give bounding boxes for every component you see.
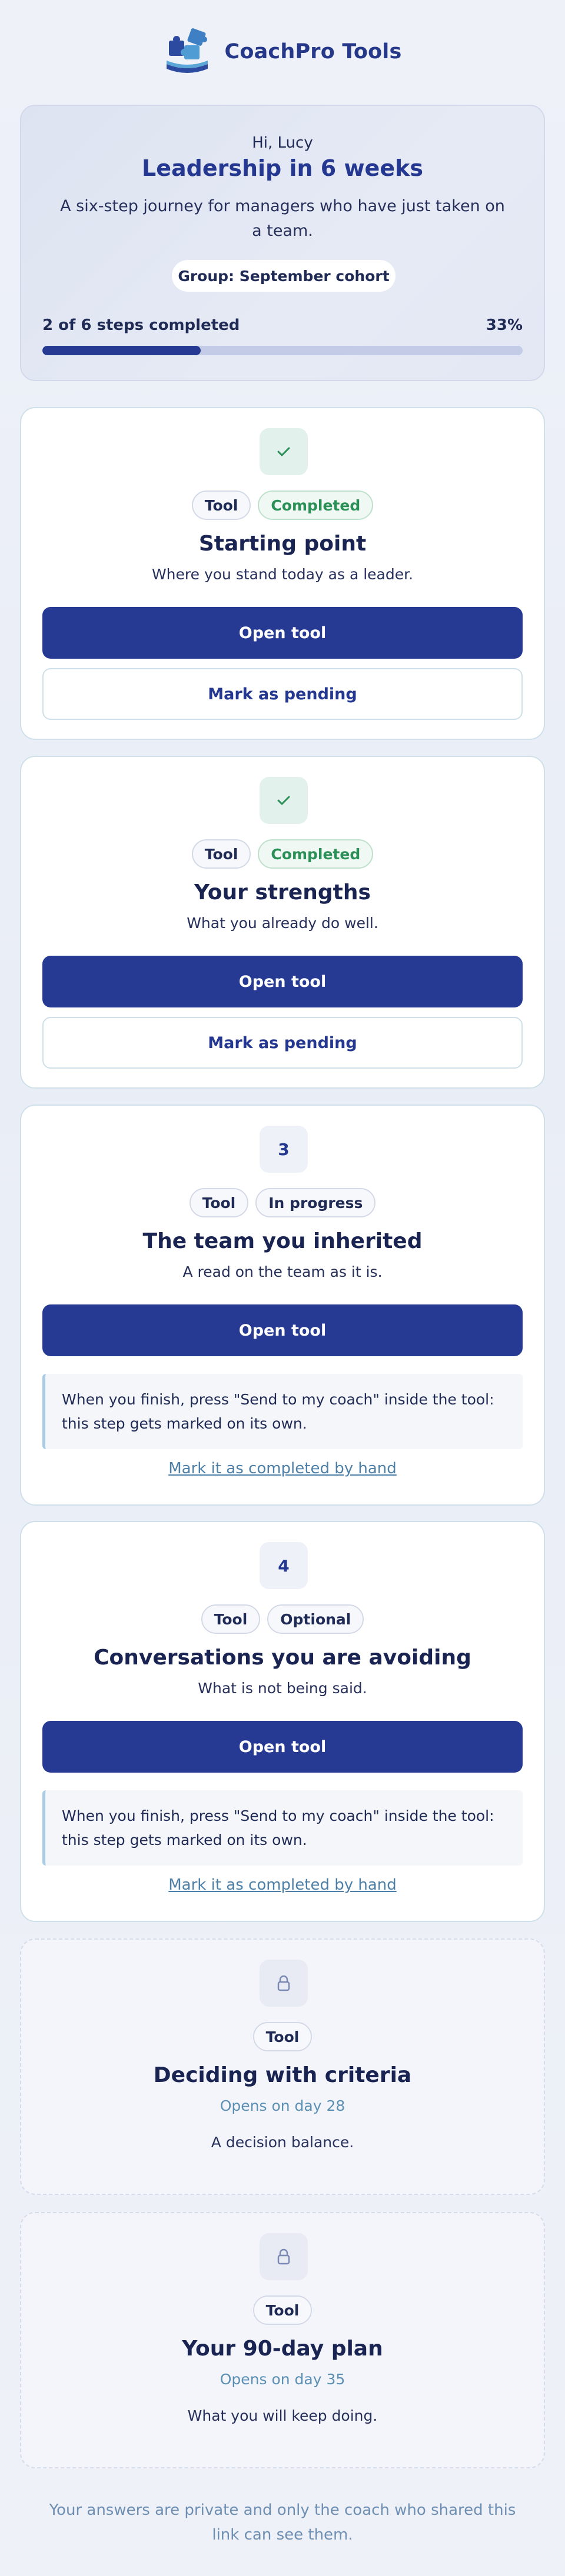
open-tool-button[interactable]: Open tool	[42, 1721, 523, 1773]
tag-tool: Tool	[191, 839, 251, 869]
mark-pending-button[interactable]: Mark as pending	[42, 668, 523, 720]
step-title: Deciding with criteria	[153, 2063, 412, 2087]
step-title: Your 90-day plan	[182, 2337, 383, 2361]
puzzle-logo-icon	[163, 28, 211, 76]
step-number-badge: 3	[260, 1126, 308, 1173]
step-title: Starting point	[198, 532, 367, 556]
tag-tool: Tool	[201, 1604, 261, 1634]
open-tool-button[interactable]: Open tool	[42, 956, 523, 1007]
step-tags: Tool Completed	[21, 490, 544, 520]
step-tags: Tool Optional	[21, 1604, 544, 1634]
opens-on-label: Opens on day 35	[220, 2371, 345, 2388]
auto-complete-note: When you finish, press "Send to my coach…	[42, 1790, 523, 1866]
brand-header: CoachPro Tools	[0, 0, 565, 103]
auto-complete-note: When you finish, press "Send to my coach…	[42, 1374, 523, 1449]
check-icon	[277, 447, 290, 456]
tag-completed: Completed	[258, 839, 374, 869]
lock-icon	[277, 1975, 290, 1991]
step-tags: Tool	[21, 2295, 544, 2325]
step-lock-badge	[260, 1960, 308, 2007]
open-tool-button[interactable]: Open tool	[42, 607, 523, 659]
mark-pending-button[interactable]: Mark as pending	[42, 1017, 523, 1069]
progress-percent: 33%	[486, 316, 523, 334]
tag-tool: Tool	[252, 2295, 313, 2325]
step-card-your-strengths: Tool Completed Your strengths What you a…	[20, 756, 545, 1089]
tag-tool: Tool	[189, 1188, 249, 1217]
step-subtitle: Where you stand today as a leader.	[151, 566, 414, 583]
tag-in-progress: In progress	[255, 1188, 376, 1217]
check-icon	[277, 796, 290, 805]
step-title: Conversations you are avoiding	[94, 1646, 471, 1670]
step-tags: Tool	[21, 2022, 544, 2051]
step-tags: Tool In progress	[21, 1188, 544, 1217]
step-number-badge: 4	[260, 1542, 308, 1589]
step-tags: Tool Completed	[21, 839, 544, 869]
opens-on-label: Opens on day 28	[220, 2097, 345, 2114]
step-description: A decision balance.	[211, 2134, 354, 2151]
journey-description: A six-step journey for managers who have…	[60, 197, 505, 240]
step-status-badge	[260, 777, 308, 824]
step-card-deciding-criteria: Tool Deciding with criteria Opens on day…	[20, 1938, 545, 2195]
step-card-starting-point: Tool Completed Starting point Where you …	[20, 407, 545, 740]
tag-completed: Completed	[258, 490, 374, 520]
group-badge: Group: September cohort	[172, 260, 396, 292]
lock-icon	[277, 2248, 290, 2265]
progress-bar-fill	[42, 346, 201, 355]
step-description: What you will keep doing.	[187, 2407, 378, 2424]
step-subtitle: What you already do well.	[187, 915, 378, 932]
step-title: The team you inherited	[142, 1229, 423, 1253]
step-card-team-inherited: 3 Tool In progress The team you inherite…	[20, 1105, 545, 1506]
greeting: Hi, Lucy	[252, 134, 313, 152]
step-lock-badge	[260, 2233, 308, 2280]
step-card-90-day-plan: Tool Your 90-day plan Opens on day 35 Wh…	[20, 2212, 545, 2468]
tag-optional: Optional	[267, 1604, 364, 1634]
progress-label: 2 of 6 steps completed	[42, 316, 240, 334]
step-subtitle: What is not being said.	[198, 1680, 367, 1697]
mark-completed-link[interactable]: Mark it as completed by hand	[21, 1460, 544, 1477]
mark-completed-link[interactable]: Mark it as completed by hand	[21, 1876, 544, 1894]
open-tool-button[interactable]: Open tool	[42, 1304, 523, 1356]
tag-tool: Tool	[191, 490, 251, 520]
step-title: Your strengths	[194, 880, 371, 905]
step-status-badge	[260, 428, 308, 475]
step-card-conversations: 4 Tool Optional Conversations you are av…	[20, 1521, 545, 1922]
step-subtitle: A read on the team as it is.	[182, 1263, 383, 1280]
progress-bar	[42, 346, 523, 355]
journey-intro-card: Hi, Lucy Leadership in 6 weeks A six-ste…	[20, 105, 545, 381]
page: CoachPro Tools Hi, Lucy Leadership in 6 …	[0, 0, 565, 2576]
tag-tool: Tool	[252, 2022, 313, 2051]
journey-title: Leadership in 6 weeks	[142, 155, 423, 181]
privacy-footer: Your answers are private and only the co…	[49, 2501, 516, 2544]
brand-name: CoachPro Tools	[224, 39, 402, 64]
